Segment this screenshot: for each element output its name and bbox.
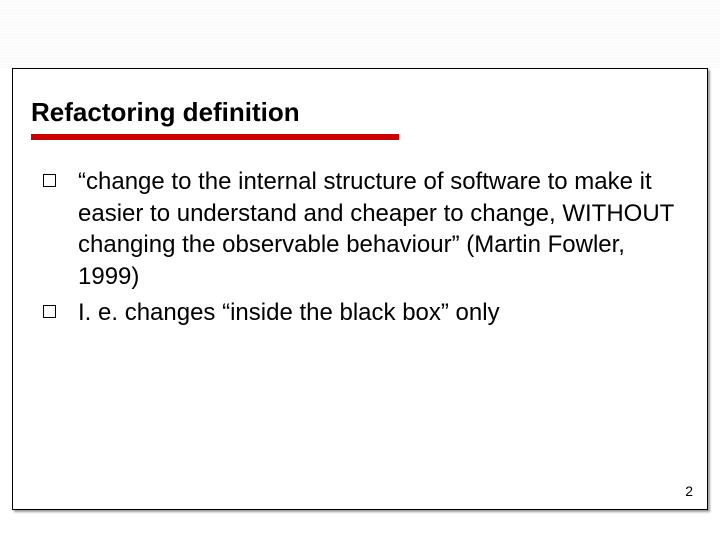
list-item: “change to the internal structure of sof…: [43, 166, 677, 293]
bullet-text: “change to the internal structure of sof…: [78, 166, 677, 293]
title-underline: [31, 134, 399, 140]
square-bullet-icon: [43, 174, 56, 187]
title-block: Refactoring definition: [13, 69, 707, 148]
page-number: 2: [685, 483, 693, 499]
bullet-text: I. e. changes “inside the black box” onl…: [78, 297, 500, 329]
square-bullet-icon: [43, 305, 56, 318]
content-block: “change to the internal structure of sof…: [13, 148, 707, 328]
slide-frame: Refactoring definition “change to the in…: [12, 68, 708, 510]
list-item: I. e. changes “inside the black box” onl…: [43, 297, 677, 329]
slide-title: Refactoring definition: [31, 97, 689, 128]
slide-top-margin: [0, 0, 720, 68]
